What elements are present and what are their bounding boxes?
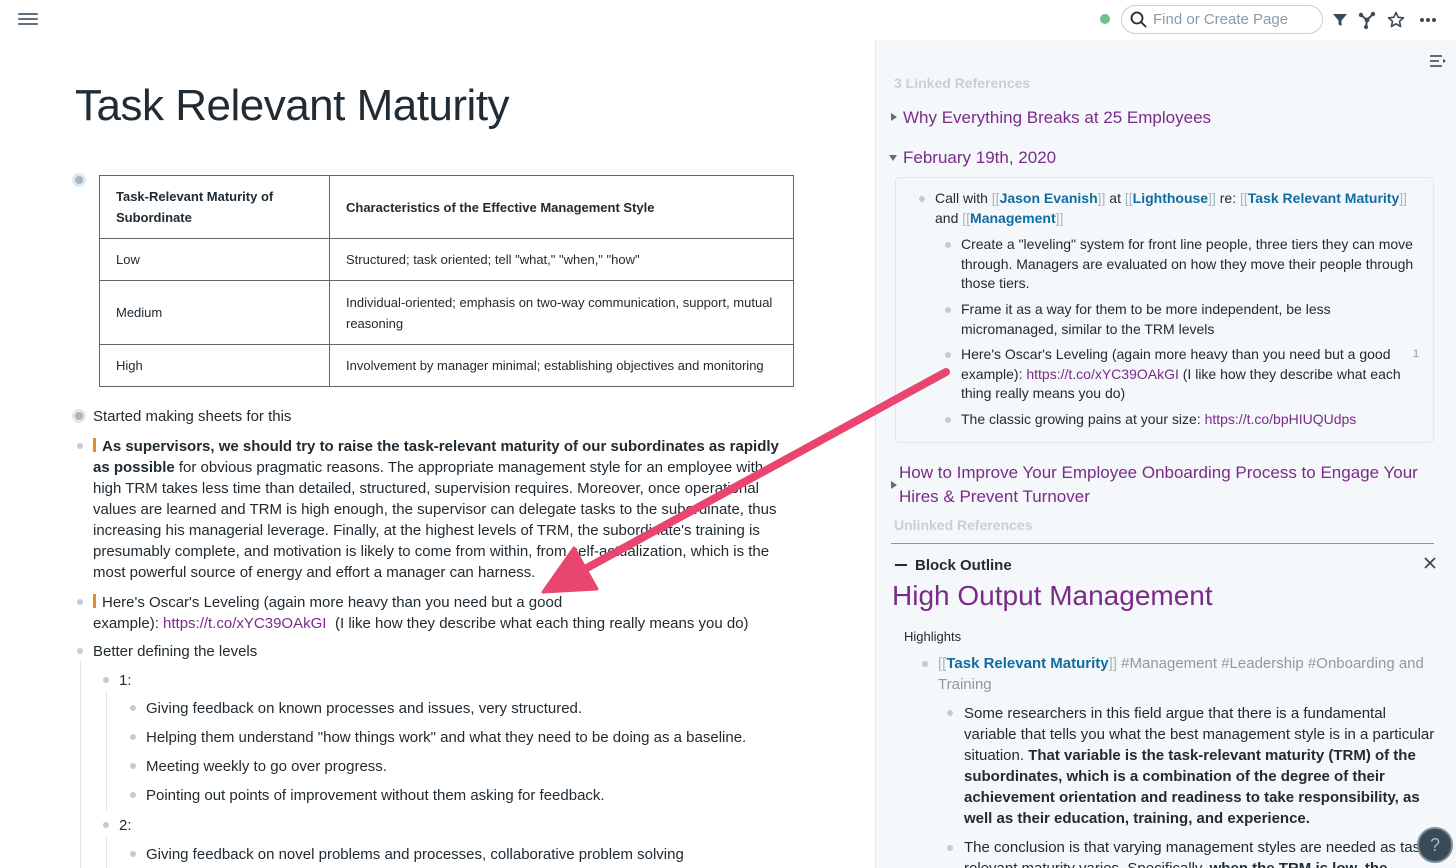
block-outline-header[interactable]: Block Outline xyxy=(895,557,1012,574)
quote-text: for obvious pragmatic reasons. The appro… xyxy=(93,459,777,581)
growing-pains-link[interactable]: https://t.co/bpHIUQUdps xyxy=(1205,411,1357,427)
page-ref-link[interactable]: Management xyxy=(970,210,1056,226)
table-cell: Low xyxy=(99,238,330,281)
page-ref-link[interactable]: Task Relevant Maturity xyxy=(1248,190,1399,206)
highlights-label[interactable]: Highlights xyxy=(904,627,961,647)
page-ref-link[interactable]: Jason Evanish xyxy=(1000,190,1098,206)
block-bullet[interactable] xyxy=(945,417,951,423)
block-bullet[interactable] xyxy=(72,409,86,423)
expand-caret-icon[interactable] xyxy=(891,481,897,489)
oscar-block[interactable]: Here's Oscar's Leveling (again more heav… xyxy=(961,345,1411,404)
list-item[interactable]: Giving feedback on novel problems and pr… xyxy=(146,844,684,865)
divider xyxy=(891,543,1434,544)
page-ref-link[interactable]: Task Relevant Maturity xyxy=(946,655,1108,672)
topbar xyxy=(0,0,1456,40)
block-bullet[interactable] xyxy=(72,173,86,187)
block-bullet[interactable] xyxy=(130,705,136,711)
block-bullet[interactable] xyxy=(130,851,136,857)
block-text[interactable]: Started making sheets for this xyxy=(93,406,291,427)
filter-icon[interactable] xyxy=(1330,10,1350,30)
unlinked-references-label[interactable]: Unlinked References xyxy=(894,517,1033,533)
more-icon[interactable] xyxy=(1418,10,1438,30)
block-bullet[interactable] xyxy=(919,196,925,202)
table-cell: Involvement by manager minimal; establis… xyxy=(329,344,794,387)
list-item[interactable]: Create a "leveling" system for front lin… xyxy=(961,235,1433,294)
highlight-block[interactable]: Some researchers in this field argue tha… xyxy=(964,703,1442,829)
call-block[interactable]: Call with [[Jason Evanish]] at [[Lightho… xyxy=(935,189,1425,228)
sync-status-dot xyxy=(1100,14,1110,24)
star-icon[interactable] xyxy=(1386,10,1406,30)
table-header-cell: Task-Relevant Maturity of Subordinate xyxy=(99,175,330,239)
block-text[interactable]: 1: xyxy=(119,670,132,691)
quote-block[interactable]: As supervisors, we should try to raise t… xyxy=(93,436,793,583)
oscar-link[interactable]: https://t.co/xYC39OAkGI xyxy=(1026,366,1179,382)
table-cell: High xyxy=(99,344,330,387)
close-icon[interactable] xyxy=(1421,554,1439,572)
block-bullet[interactable] xyxy=(945,352,951,358)
block-bullet[interactable] xyxy=(922,661,928,667)
block-text[interactable]: Better defining the levels xyxy=(93,641,257,662)
linked-references-label: 3 Linked References xyxy=(894,75,1031,91)
help-button[interactable]: ? xyxy=(1417,827,1453,863)
list-item[interactable]: The classic growing pains at your size: … xyxy=(961,410,1431,430)
table-header-cell: Characteristics of the Effective Managem… xyxy=(329,175,794,239)
block-bullet[interactable] xyxy=(77,599,83,605)
collapse-dash-icon[interactable] xyxy=(895,564,907,566)
ref-page-title[interactable]: Why Everything Breaks at 25 Employees xyxy=(903,106,1211,130)
search-box[interactable] xyxy=(1121,5,1323,34)
block-text[interactable]: 2: xyxy=(119,815,132,836)
table-cell: Medium xyxy=(99,280,330,345)
block-bullet[interactable] xyxy=(947,845,953,851)
list-item[interactable]: Helping them understand "how things work… xyxy=(146,727,746,748)
table-cell: Structured; task oriented; tell "what," … xyxy=(329,238,794,281)
indent-guide xyxy=(106,837,107,868)
indent-guide xyxy=(106,692,107,810)
indent-guide xyxy=(80,661,81,868)
list-item[interactable]: Frame it as a way for them to be more in… xyxy=(961,300,1416,339)
tags-block[interactable]: [[Task Relevant Maturity]] #Management #… xyxy=(938,653,1428,695)
sidebar-toggle-icon[interactable] xyxy=(1429,54,1447,68)
ref-page-title[interactable]: February 19th, 2020 xyxy=(903,146,1056,170)
quote-text-tail: (I like how they describe what each thin… xyxy=(335,615,749,632)
quote-marker xyxy=(93,594,96,608)
expand-caret-icon[interactable] xyxy=(891,113,897,121)
block-bullet[interactable] xyxy=(945,307,951,313)
graph-icon[interactable] xyxy=(1357,10,1377,30)
page-ref-link[interactable]: Lighthouse xyxy=(1133,190,1208,206)
list-item[interactable]: Meeting weekly to go over progress. xyxy=(146,756,387,777)
block-bullet[interactable] xyxy=(130,763,136,769)
page-title[interactable]: Task Relevant Maturity xyxy=(75,81,510,131)
reference-count[interactable]: 1 xyxy=(1413,348,1419,360)
collapse-caret-icon[interactable] xyxy=(889,155,897,161)
list-item[interactable]: Pointing out points of improvement witho… xyxy=(146,785,605,806)
trm-table: Task-Relevant Maturity of Subordinate Ch… xyxy=(99,175,794,387)
block-bullet[interactable] xyxy=(77,648,83,654)
main-page: Task Relevant Maturity Task-Relevant Mat… xyxy=(0,40,875,868)
table-cell: Individual-oriented; emphasis on two-way… xyxy=(329,280,794,345)
block-bullet[interactable] xyxy=(130,792,136,798)
block-bullet[interactable] xyxy=(103,677,109,683)
ref-page-title[interactable]: How to Improve Your Employee Onboarding … xyxy=(899,461,1439,509)
right-sidebar: 3 Linked References Why Everything Break… xyxy=(875,40,1456,868)
block-bullet[interactable] xyxy=(103,822,109,828)
block-bullet[interactable] xyxy=(945,242,951,248)
menu-icon[interactable] xyxy=(18,10,38,28)
highlight-block[interactable]: The conclusion is that varying managemen… xyxy=(964,837,1442,868)
block-bullet[interactable] xyxy=(130,734,136,740)
outline-page-title[interactable]: High Output Management xyxy=(892,580,1213,612)
quote-marker xyxy=(93,438,96,452)
block-bullet[interactable] xyxy=(947,710,953,716)
search-icon xyxy=(1130,11,1147,28)
search-input[interactable] xyxy=(1153,11,1313,28)
block-bullet[interactable] xyxy=(77,443,83,449)
oscar-link[interactable]: https://t.co/xYC39OAkGI xyxy=(163,615,326,632)
list-item[interactable]: Giving feedback on known processes and i… xyxy=(146,698,582,719)
